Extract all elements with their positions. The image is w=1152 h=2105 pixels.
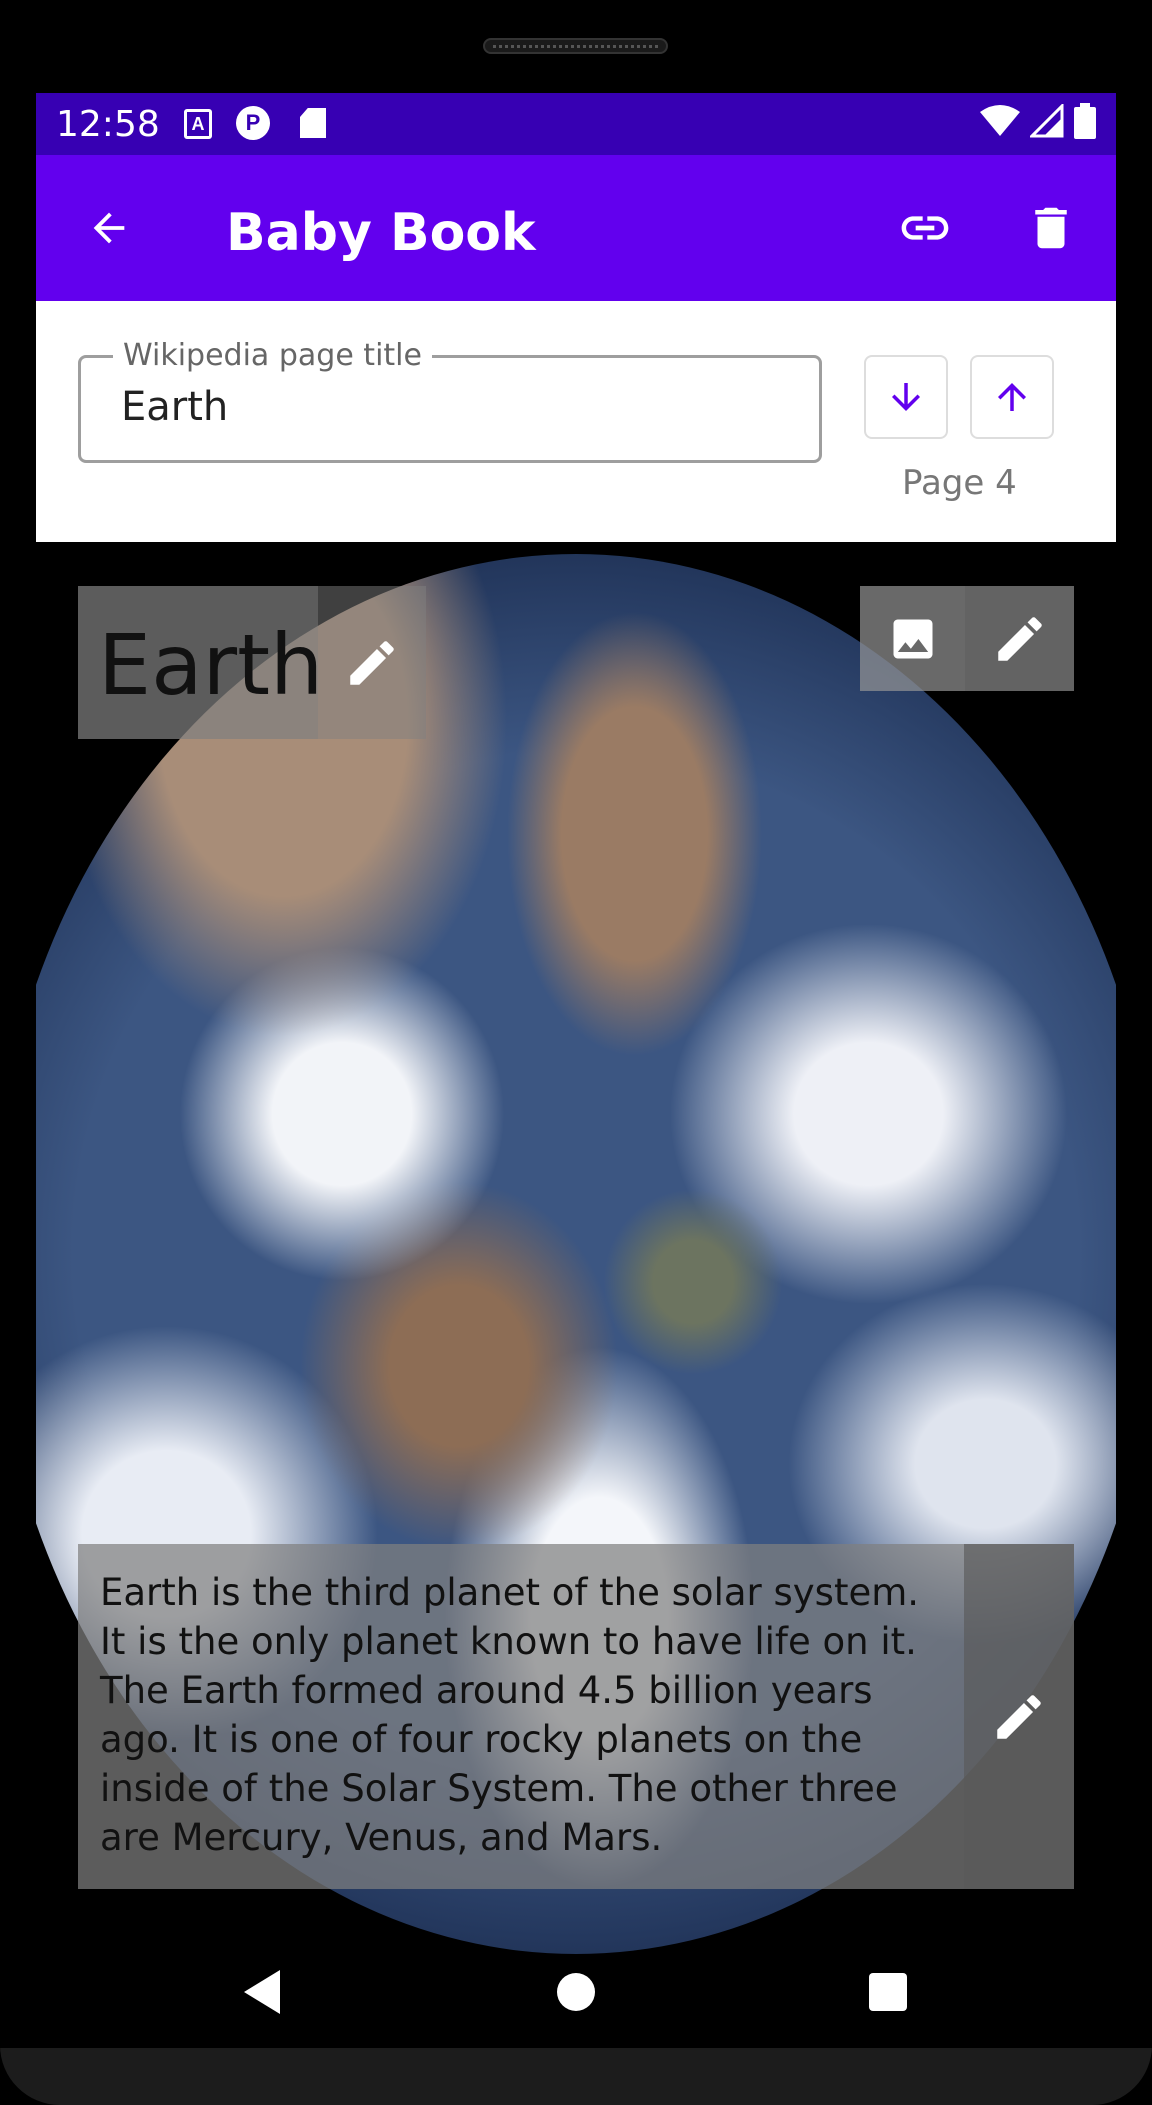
back-button[interactable] <box>76 195 142 261</box>
arrow-down-icon <box>892 383 920 411</box>
system-nav-bar <box>36 1970 1116 2048</box>
nav-recents-button[interactable] <box>848 1952 928 2032</box>
image-icon <box>893 619 932 658</box>
battery-icon <box>1074 103 1096 139</box>
edit-description-button[interactable] <box>964 1544 1074 1889</box>
status-right-icons <box>980 103 1096 139</box>
signal-icon <box>1030 104 1064 138</box>
link-icon <box>901 216 949 240</box>
edit-title-button[interactable] <box>318 586 426 739</box>
page-editor-card: Wikipedia page title Earth Page 4 <box>36 301 1116 542</box>
delete-button[interactable] <box>1018 195 1084 261</box>
recents-nav-icon <box>869 1973 907 2011</box>
earpiece-speaker <box>483 38 668 54</box>
page-title: Earth <box>98 616 324 714</box>
arrow-back-icon <box>93 212 125 244</box>
screen: 12:58 A P Baby Book Wikipedia page title… <box>36 93 1116 2048</box>
change-image-button[interactable] <box>860 586 965 691</box>
link-button[interactable] <box>892 195 958 261</box>
wikipedia-title-field[interactable]: Wikipedia page title Earth <box>78 338 822 463</box>
arrow-up-icon <box>998 383 1026 411</box>
wifi-icon <box>980 105 1020 136</box>
bottom-bezel <box>0 2048 1152 2105</box>
field-value[interactable]: Earth <box>121 384 228 430</box>
app-title: Baby Book <box>226 203 536 263</box>
edit-pencil-icon <box>997 616 1042 661</box>
back-nav-icon <box>244 1970 280 2014</box>
page-title-box: Earth <box>78 586 323 739</box>
status-bar: 12:58 A P <box>36 93 1116 155</box>
status-time: 12:58 <box>56 104 160 145</box>
move-page-down-button[interactable] <box>864 355 948 439</box>
accessibility-icon: A <box>184 109 212 139</box>
nav-home-button[interactable] <box>536 1952 616 2032</box>
app-bar: Baby Book <box>36 155 1116 301</box>
phone-device: 12:58 A P Baby Book Wikipedia page title… <box>0 0 1152 2105</box>
move-page-up-button[interactable] <box>970 355 1054 439</box>
nav-back-button[interactable] <box>222 1952 302 2032</box>
notification-p-icon: P <box>236 106 270 140</box>
delete-icon <box>1035 207 1067 249</box>
edit-pencil-icon <box>350 640 394 685</box>
page-description: Earth is the third planet of the solar s… <box>100 1571 920 1859</box>
page-number-label: Page 4 <box>902 463 1017 503</box>
edit-pencil-icon <box>997 1694 1041 1739</box>
field-label: Wikipedia page title <box>113 338 432 373</box>
page-photo-area: Earth Earth is the third planet of the s… <box>36 542 1116 1992</box>
sd-card-icon <box>300 108 326 138</box>
edit-image-button[interactable] <box>965 586 1074 691</box>
home-nav-icon <box>557 1973 595 2011</box>
page-description-box: Earth is the third planet of the solar s… <box>78 1544 964 1889</box>
